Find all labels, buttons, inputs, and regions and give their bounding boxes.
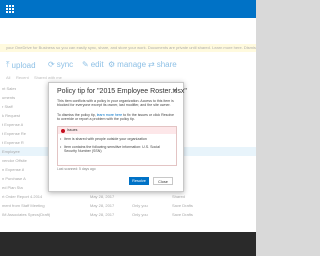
close-icon[interactable]: ✕: [172, 87, 178, 95]
dialog-title: Policy tip for "2015 Employee Roster.xls…: [57, 88, 187, 95]
close-button[interactable]: Close: [153, 177, 173, 185]
learn-more-link[interactable]: learn more here: [97, 113, 122, 117]
resolve-button[interactable]: Resolve: [129, 177, 149, 185]
policy-tip-dialog: Policy tip for "2015 Employee Roster.xls…: [48, 82, 187, 192]
app-launcher-icon[interactable]: [6, 5, 14, 13]
issue-item: Item is shared with people outside your …: [60, 137, 172, 142]
error-icon: [61, 128, 65, 133]
dismiss-text-prefix: To dismiss the policy tip,: [57, 113, 96, 117]
suite-bar: [0, 0, 256, 18]
last-scanned: Last scanned: 5 days ago: [57, 167, 96, 171]
policy-description: This item conflicts with a policy in you…: [57, 99, 174, 108]
issue-item: Item contains the following sensitive in…: [60, 145, 172, 154]
issues-panel: Issues Item is shared with people outsid…: [57, 126, 177, 166]
device-frame: your OneDrive for Business so you can ea…: [0, 0, 256, 256]
issues-header: Issues: [58, 127, 176, 134]
dismiss-instructions: To dismiss the policy tip, learn more he…: [57, 113, 175, 122]
issues-label: Issues: [67, 128, 78, 132]
browser-screen: your OneDrive for Business so you can ea…: [0, 0, 256, 232]
